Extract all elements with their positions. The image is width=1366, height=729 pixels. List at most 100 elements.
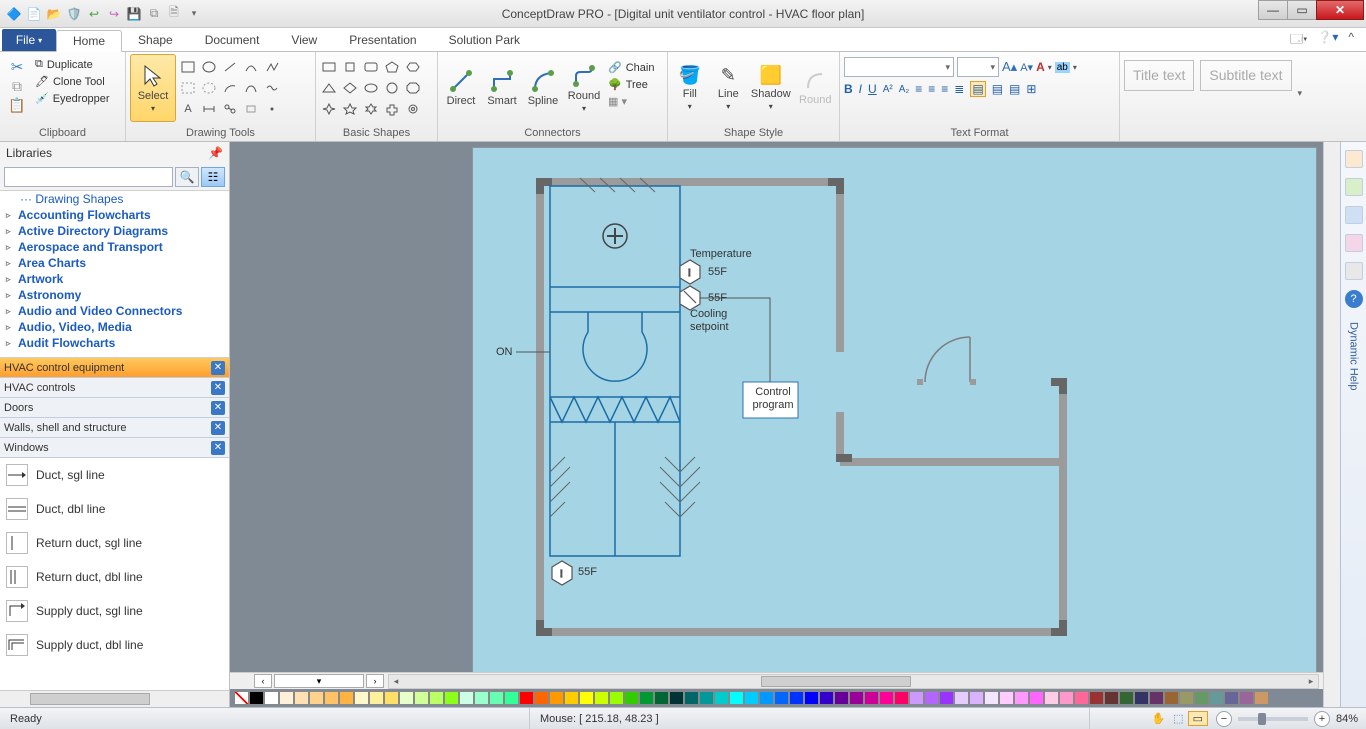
ellipse-drag-tool[interactable] (200, 79, 218, 97)
title-text-box[interactable]: Title text (1124, 60, 1194, 91)
tab-solution-park[interactable]: Solution Park (433, 29, 536, 51)
cut-icon[interactable]: ✂ (11, 58, 24, 76)
line-button[interactable]: ✎Line▾ (711, 54, 747, 122)
color-swatch[interactable] (684, 691, 699, 705)
color-swatch[interactable] (459, 691, 474, 705)
ellipse-tool[interactable] (200, 58, 218, 76)
arc-tool[interactable] (221, 79, 239, 97)
color-swatch[interactable] (744, 691, 759, 705)
color-swatch[interactable] (939, 691, 954, 705)
color-swatch[interactable] (1029, 691, 1044, 705)
color-swatch[interactable] (894, 691, 909, 705)
color-swatch[interactable] (1254, 691, 1269, 705)
line-tool[interactable] (221, 58, 239, 76)
color-swatch[interactable] (819, 691, 834, 705)
select-tool-button[interactable]: Select ▾ (130, 54, 176, 122)
color-swatch[interactable] (1044, 691, 1059, 705)
color-swatch[interactable] (279, 691, 294, 705)
spline-connector-button[interactable]: Spline (524, 54, 562, 122)
left-panel-h-scrollbar[interactable] (0, 690, 229, 707)
page-next-button[interactable]: › (366, 674, 384, 688)
tree-view-button[interactable]: ☷ (201, 167, 225, 187)
text-dir-button[interactable]: ⊞ (1026, 82, 1036, 96)
color-swatch[interactable] (1119, 691, 1134, 705)
select-area-icon[interactable]: ⬚ (1169, 712, 1187, 725)
shape-circle[interactable] (383, 79, 401, 97)
smart-connector-button[interactable]: Smart (483, 54, 521, 122)
shape-cross[interactable] (383, 100, 401, 118)
color-swatch[interactable] (669, 691, 684, 705)
fill-button[interactable]: 🪣Fill▾ (672, 54, 708, 122)
color-swatch[interactable] (534, 691, 549, 705)
subscript-button[interactable]: A₂ (899, 84, 910, 95)
italic-button[interactable]: I (859, 82, 862, 96)
print-icon[interactable]: 🗎 (166, 6, 182, 22)
collapse-ribbon-icon[interactable]: ^ (1348, 30, 1354, 51)
open-icon[interactable]: 📂 (46, 6, 62, 22)
curve-tool[interactable] (242, 58, 260, 76)
color-swatch[interactable] (339, 691, 354, 705)
undo-icon[interactable]: ↩ (86, 6, 102, 22)
color-swatch[interactable] (774, 691, 789, 705)
tree-button[interactable]: 🌳Tree (606, 77, 656, 92)
color-swatch[interactable] (849, 691, 864, 705)
tree-item[interactable]: Artwork (0, 271, 229, 287)
valign-mid-button[interactable]: ▤ (992, 82, 1003, 96)
color-swatch[interactable] (1089, 691, 1104, 705)
shape-rect[interactable] (320, 58, 338, 76)
dynamic-help-icon[interactable]: ? (1345, 290, 1363, 308)
color-none[interactable] (234, 691, 249, 705)
stencil-close-icon[interactable]: ✕ (211, 401, 225, 415)
color-swatch[interactable] (444, 691, 459, 705)
color-swatch[interactable] (1209, 691, 1224, 705)
maximize-button[interactable]: ▭ (1287, 0, 1317, 20)
stencil-close-icon[interactable]: ✕ (211, 361, 225, 375)
align-right-button[interactable]: ≡ (941, 82, 948, 96)
minimize-button[interactable]: — (1258, 0, 1288, 20)
color-swatch[interactable] (264, 691, 279, 705)
shape-triangle[interactable] (320, 79, 338, 97)
color-swatch[interactable] (879, 691, 894, 705)
shadow-button[interactable]: 🟨Shadow▾ (749, 54, 792, 122)
subtitle-text-box[interactable]: Subtitle text (1200, 60, 1291, 91)
tree-item[interactable]: Area Charts (0, 255, 229, 271)
point-tool[interactable] (263, 100, 281, 118)
color-swatch[interactable] (309, 691, 324, 705)
hand-tool-icon[interactable]: ✋ (1147, 712, 1169, 725)
shape-roundrect[interactable] (362, 58, 380, 76)
conn-grid-button[interactable]: ▦ ▾ (606, 94, 656, 109)
bezier-tool[interactable] (242, 79, 260, 97)
color-swatch[interactable] (999, 691, 1014, 705)
redo-icon[interactable]: ↪ (106, 6, 122, 22)
color-swatch[interactable] (1179, 691, 1194, 705)
color-swatch[interactable] (474, 691, 489, 705)
zoom-in-button[interactable]: + (1314, 711, 1330, 727)
color-swatch[interactable] (1014, 691, 1029, 705)
shape-item[interactable]: Return duct, dbl line (0, 560, 229, 594)
color-swatch[interactable] (504, 691, 519, 705)
color-swatch[interactable] (1059, 691, 1074, 705)
color-swatch[interactable] (399, 691, 414, 705)
text-tool[interactable]: A (179, 100, 197, 118)
color-swatch[interactable] (969, 691, 984, 705)
stencil-doors[interactable]: Doors✕ (0, 398, 229, 418)
color-swatch[interactable] (519, 691, 534, 705)
tab-view[interactable]: View (275, 29, 333, 51)
color-swatch[interactable] (354, 691, 369, 705)
round-connector-button[interactable]: Round▾ (565, 54, 603, 122)
snap-tool[interactable] (242, 100, 260, 118)
polyline-tool[interactable] (263, 58, 281, 76)
color-swatch[interactable] (864, 691, 879, 705)
measure-tool[interactable] (200, 100, 218, 118)
color-swatch[interactable] (1224, 691, 1239, 705)
color-swatch[interactable] (594, 691, 609, 705)
rail-icon-5[interactable] (1345, 262, 1363, 280)
color-swatch[interactable] (1074, 691, 1089, 705)
shape-item[interactable]: Duct, dbl line (0, 492, 229, 526)
rail-icon-1[interactable] (1345, 150, 1363, 168)
decrease-font-icon[interactable]: A▾ (1020, 61, 1033, 74)
window-list-icon[interactable]: 🗔▾ (1290, 30, 1307, 51)
color-swatch[interactable] (729, 691, 744, 705)
file-tab[interactable]: File ▾ (2, 29, 56, 51)
pin-icon[interactable]: 📌 (208, 146, 223, 160)
